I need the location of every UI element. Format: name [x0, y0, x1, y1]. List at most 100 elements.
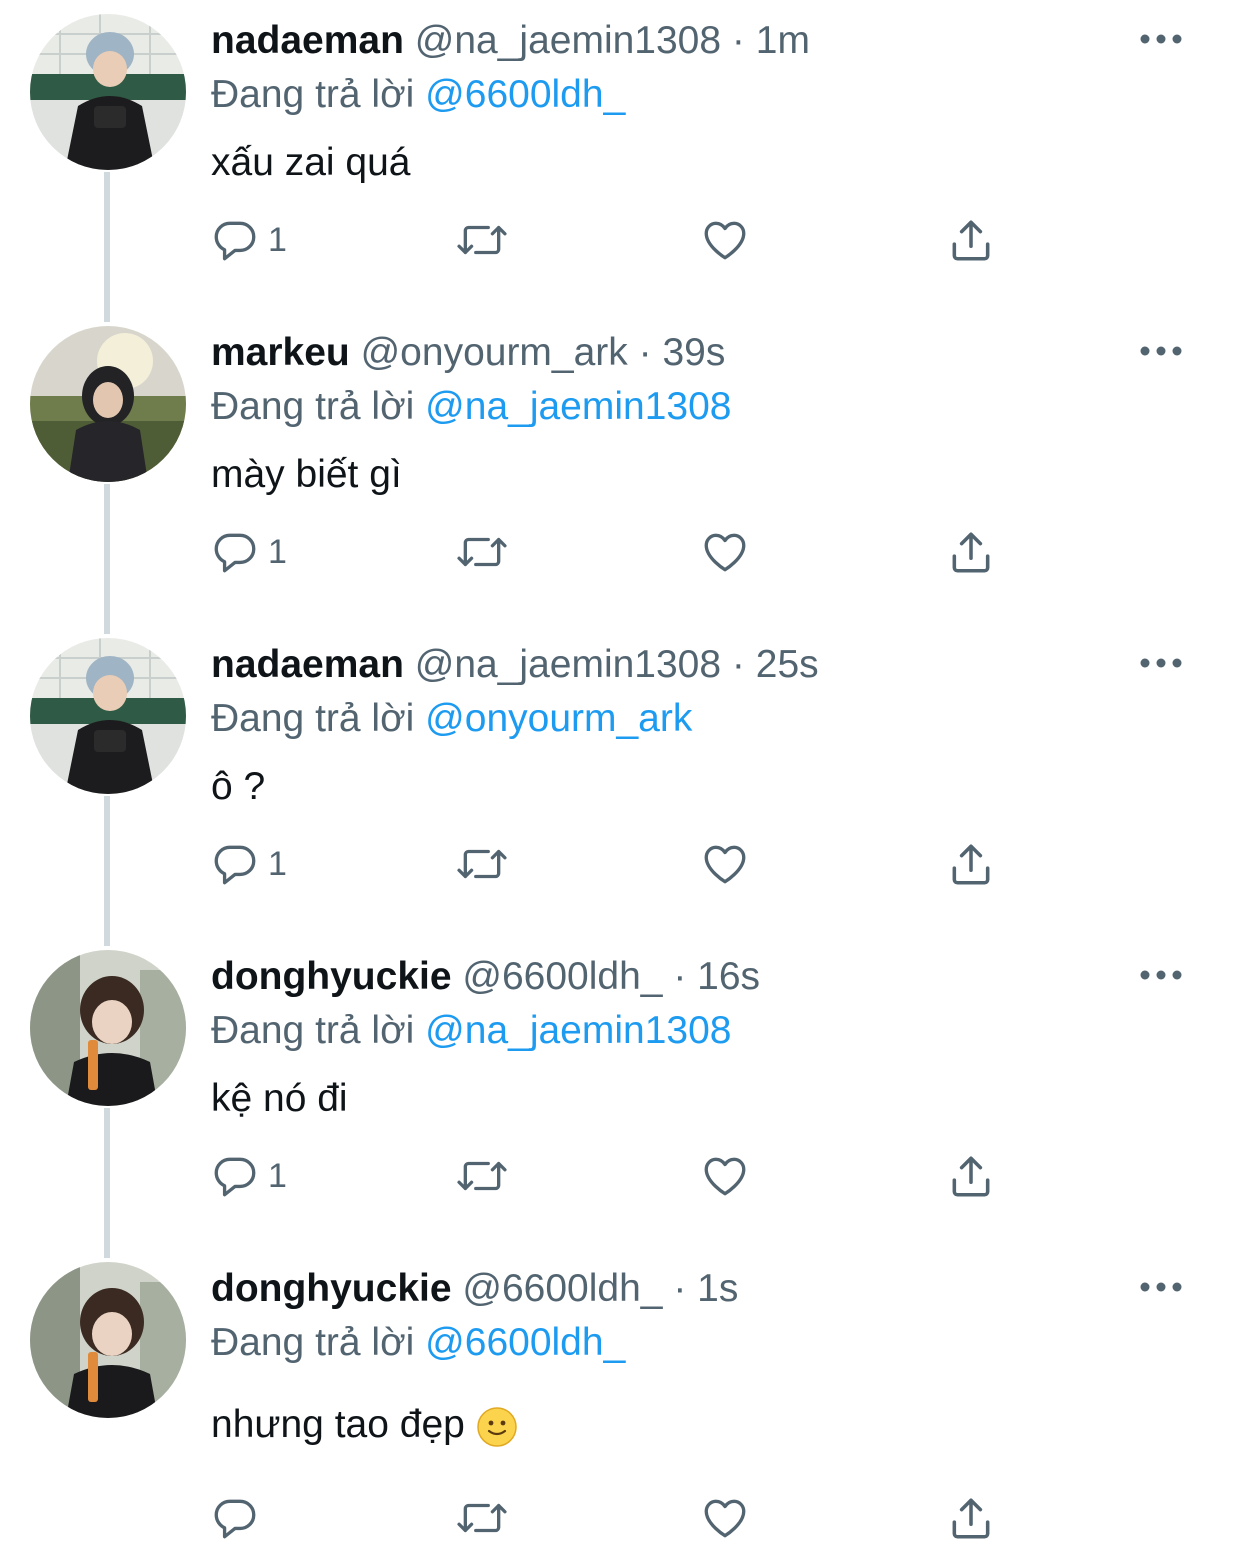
reply-count: 1	[268, 1156, 287, 1195]
username[interactable]: @6600ldh_	[462, 1267, 662, 1310]
reply-count: 1	[268, 220, 287, 259]
timestamp[interactable]: 1m	[756, 19, 810, 62]
tweet[interactable]: markeu @onyourm_ark · 39s Đang trả lời @…	[0, 312, 1242, 624]
like-icon	[704, 1499, 746, 1538]
reply-mention-link[interactable]: @na_jaemin1308	[425, 1009, 731, 1052]
more-options-button[interactable]	[1138, 1272, 1184, 1302]
more-options-button[interactable]	[1138, 648, 1184, 678]
tweet[interactable]: donghyuckie @6600ldh_ · 1s Đang trả lời …	[0, 1248, 1242, 1560]
like-icon	[704, 221, 746, 260]
share-icon	[952, 1498, 990, 1539]
replying-to-label: Đang trả lời	[211, 1009, 415, 1052]
reply-mention-link[interactable]: @na_jaemin1308	[425, 385, 731, 428]
more-icon	[1140, 1282, 1182, 1292]
separator-dot: ·	[638, 331, 652, 374]
share-button[interactable]	[946, 1488, 996, 1548]
retweet-button[interactable]	[454, 834, 510, 894]
more-icon	[1140, 970, 1182, 980]
tweet-text-content: nhưng tao đẹp	[211, 1403, 465, 1446]
retweet-icon	[457, 1503, 507, 1533]
username[interactable]: @onyourm_ark	[361, 331, 628, 374]
timestamp[interactable]: 39s	[662, 331, 725, 374]
like-button[interactable]	[700, 522, 750, 582]
replying-to: Đang trả lời @onyourm_ark	[211, 696, 692, 742]
like-button[interactable]	[700, 1488, 750, 1548]
avatar[interactable]	[30, 14, 186, 170]
reply-icon	[214, 845, 256, 885]
timestamp[interactable]: 16s	[697, 955, 760, 998]
replying-to: Đang trả lời @6600ldh_	[211, 72, 625, 118]
retweet-icon	[457, 225, 507, 255]
reply-mention-link[interactable]: @6600ldh_	[425, 73, 625, 116]
avatar[interactable]	[30, 326, 186, 482]
reply-button[interactable]	[210, 1488, 268, 1548]
retweet-icon	[457, 1161, 507, 1191]
slightly-smiling-face-emoji	[476, 1406, 517, 1447]
reply-icon	[214, 221, 256, 261]
reply-button[interactable]: 1	[210, 834, 287, 894]
separator-dot: ·	[673, 955, 687, 998]
share-button[interactable]	[946, 210, 996, 270]
replying-to: Đang trả lời @na_jaemin1308	[211, 384, 731, 430]
username[interactable]: @6600ldh_	[462, 955, 662, 998]
display-name[interactable]: donghyuckie	[211, 955, 452, 998]
avatar[interactable]	[30, 1262, 186, 1418]
tweet-actions: 1	[210, 522, 1010, 582]
username[interactable]: @na_jaemin1308	[415, 19, 721, 62]
replying-to-label: Đang trả lời	[211, 697, 415, 740]
share-icon	[952, 1156, 990, 1197]
share-button[interactable]	[946, 834, 996, 894]
tweet-actions: 1	[210, 834, 1010, 894]
like-button[interactable]	[700, 210, 750, 270]
display-name[interactable]: nadaeman	[211, 643, 404, 686]
avatar[interactable]	[30, 950, 186, 1106]
tweet-text: xấu zai quá	[211, 141, 411, 184]
share-icon	[952, 220, 990, 261]
retweet-button[interactable]	[454, 522, 510, 582]
more-options-button[interactable]	[1138, 960, 1184, 990]
retweet-button[interactable]	[454, 1146, 510, 1206]
retweet-icon	[457, 849, 507, 879]
separator-dot: ·	[731, 19, 745, 62]
reply-mention-link[interactable]: @onyourm_ark	[425, 697, 692, 740]
display-name[interactable]: nadaeman	[211, 19, 404, 62]
more-options-button[interactable]	[1138, 24, 1184, 54]
username[interactable]: @na_jaemin1308	[415, 643, 721, 686]
tweet-header: donghyuckie @6600ldh_ · 16s	[211, 954, 760, 1000]
retweet-icon	[457, 537, 507, 567]
more-icon	[1140, 658, 1182, 668]
reply-count: 1	[268, 532, 287, 571]
tweet-actions: 1	[210, 210, 1010, 270]
tweet-actions: 1	[210, 1146, 1010, 1206]
tweet-header: nadaeman @na_jaemin1308 · 1m	[211, 18, 810, 64]
share-button[interactable]	[946, 1146, 996, 1206]
avatar[interactable]	[30, 638, 186, 794]
reply-icon	[214, 1499, 256, 1539]
reply-count: 1	[268, 844, 287, 883]
share-icon	[952, 844, 990, 885]
like-icon	[704, 533, 746, 572]
retweet-button[interactable]	[454, 210, 510, 270]
reply-button[interactable]: 1	[210, 522, 287, 582]
display-name[interactable]: markeu	[211, 331, 350, 374]
timestamp[interactable]: 25s	[756, 643, 819, 686]
reply-button[interactable]: 1	[210, 1146, 287, 1206]
reply-icon	[214, 1157, 256, 1197]
tweet[interactable]: donghyuckie @6600ldh_ · 16s Đang trả lời…	[0, 936, 1242, 1248]
replying-to-label: Đang trả lời	[211, 73, 415, 116]
retweet-button[interactable]	[454, 1488, 510, 1548]
more-options-button[interactable]	[1138, 336, 1184, 366]
tweet-header: markeu @onyourm_ark · 39s	[211, 330, 725, 376]
replying-to: Đang trả lời @na_jaemin1308	[211, 1008, 731, 1054]
reply-mention-link[interactable]: @6600ldh_	[425, 1321, 625, 1364]
tweet-header: nadaeman @na_jaemin1308 · 25s	[211, 642, 819, 688]
tweet[interactable]: nadaeman @na_jaemin1308 · 25s Đang trả l…	[0, 624, 1242, 936]
timestamp[interactable]: 1s	[697, 1267, 738, 1310]
like-button[interactable]	[700, 1146, 750, 1206]
separator-dot: ·	[673, 1267, 687, 1310]
reply-button[interactable]: 1	[210, 210, 287, 270]
tweet[interactable]: nadaeman @na_jaemin1308 · 1m Đang trả lờ…	[0, 0, 1242, 312]
share-button[interactable]	[946, 522, 996, 582]
like-button[interactable]	[700, 834, 750, 894]
display-name[interactable]: donghyuckie	[211, 1267, 452, 1310]
